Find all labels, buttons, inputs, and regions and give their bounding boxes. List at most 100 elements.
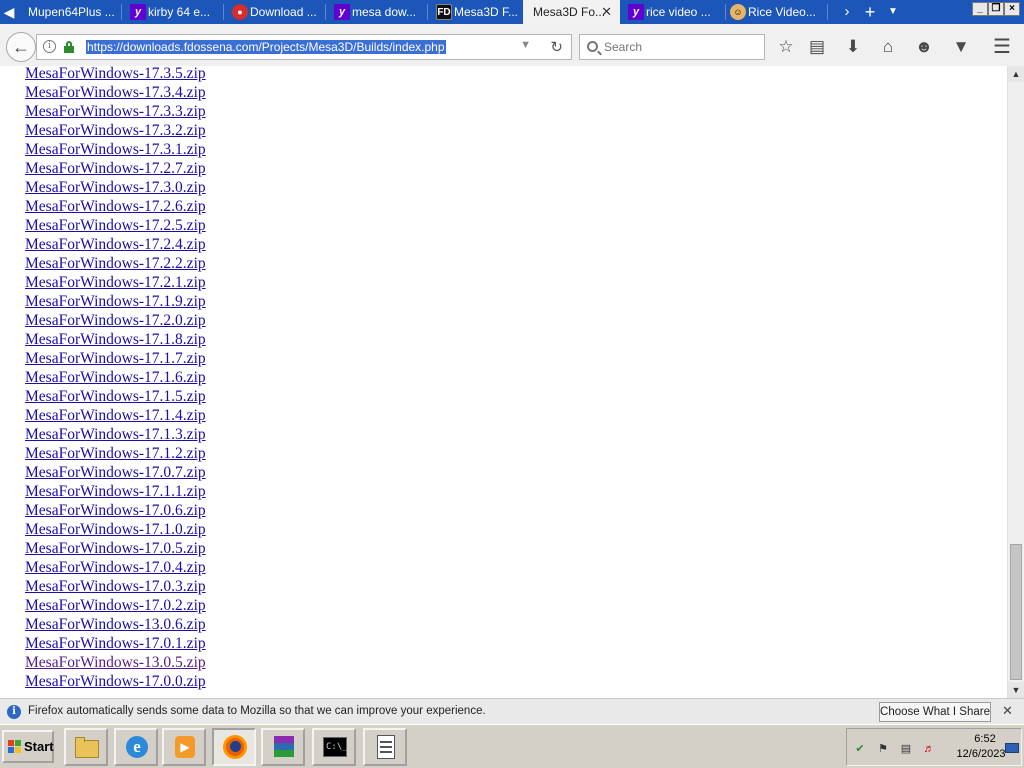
file-download-link[interactable]: MesaForWindows-17.1.9.zip bbox=[25, 293, 206, 310]
yahoo-icon: y bbox=[334, 4, 350, 20]
list-item: MesaForWindows-17.3.2.zip bbox=[25, 121, 206, 140]
hamburger-menu-icon[interactable]: ☰ bbox=[991, 36, 1013, 58]
tab-8[interactable]: ☺ Rice Video... bbox=[724, 0, 828, 24]
list-item: MesaForWindows-17.2.1.zip bbox=[25, 273, 206, 292]
file-download-link[interactable]: MesaForWindows-17.1.3.zip bbox=[25, 426, 206, 443]
list-all-tabs-icon[interactable]: ▼ bbox=[882, 0, 904, 24]
close-tab-icon[interactable]: ✕ bbox=[601, 0, 612, 24]
file-download-link[interactable]: MesaForWindows-17.3.1.zip bbox=[25, 141, 206, 158]
file-download-link[interactable]: MesaForWindows-17.1.6.zip bbox=[25, 369, 206, 386]
file-download-link[interactable]: MesaForWindows-17.2.6.zip bbox=[25, 198, 206, 215]
minimize-window-icon[interactable]: _ bbox=[972, 2, 988, 16]
file-download-link[interactable]: MesaForWindows-17.0.6.zip bbox=[25, 502, 206, 519]
list-item: MesaForWindows-17.0.7.zip bbox=[25, 463, 206, 482]
file-download-link[interactable]: MesaForWindows-17.1.2.zip bbox=[25, 445, 206, 462]
download-site-icon: ● bbox=[232, 4, 248, 20]
file-download-link[interactable]: MesaForWindows-17.2.4.zip bbox=[25, 236, 206, 253]
file-download-link[interactable]: MesaForWindows-17.3.2.zip bbox=[25, 122, 206, 139]
reload-icon[interactable]: ↻ bbox=[550, 38, 563, 56]
tab-3[interactable]: ● Download ... bbox=[226, 0, 326, 24]
file-download-link[interactable]: MesaForWindows-13.0.5.zip bbox=[25, 654, 206, 671]
file-download-link[interactable]: MesaForWindows-17.1.7.zip bbox=[25, 350, 206, 367]
file-download-link[interactable]: MesaForWindows-17.0.1.zip bbox=[25, 635, 206, 652]
file-download-link[interactable]: MesaForWindows-17.1.5.zip bbox=[25, 388, 206, 405]
media-player-taskbar-button[interactable]: ▶ bbox=[162, 728, 206, 766]
tab-4[interactable]: y mesa dow... bbox=[328, 0, 428, 24]
file-download-link[interactable]: MesaForWindows-17.3.5.zip bbox=[25, 66, 206, 82]
choose-what-i-share-button[interactable]: Choose What I Share bbox=[879, 702, 991, 722]
tab-scroll-left-icon[interactable]: ◀ bbox=[0, 0, 18, 24]
restore-window-icon[interactable]: ❐ bbox=[988, 2, 1004, 16]
scrollbar-thumb[interactable] bbox=[1010, 544, 1022, 680]
vertical-scrollbar[interactable]: ▲ ▼ bbox=[1007, 66, 1024, 698]
file-download-link[interactable]: MesaForWindows-17.2.0.zip bbox=[25, 312, 206, 329]
downloads-icon[interactable]: ⬇ bbox=[842, 36, 864, 58]
url-bar[interactable]: i https://downloads.fdossena.com/Project… bbox=[36, 34, 572, 60]
file-explorer-taskbar-button[interactable] bbox=[64, 728, 108, 766]
file-download-link[interactable]: MesaForWindows-17.1.8.zip bbox=[25, 331, 206, 348]
file-download-link[interactable]: MesaForWindows-17.2.2.zip bbox=[25, 255, 206, 272]
list-item: MesaForWindows-17.1.0.zip bbox=[25, 520, 206, 539]
file-download-link[interactable]: MesaForWindows-13.0.6.zip bbox=[25, 616, 206, 633]
file-download-link[interactable]: MesaForWindows-17.1.1.zip bbox=[25, 483, 206, 500]
file-download-link[interactable]: MesaForWindows-17.1.4.zip bbox=[25, 407, 206, 424]
close-window-icon[interactable]: × bbox=[1004, 2, 1020, 16]
show-desktop-icon[interactable] bbox=[1005, 743, 1019, 753]
file-download-link[interactable]: MesaForWindows-17.3.4.zip bbox=[25, 84, 206, 101]
text-document-taskbar-button[interactable] bbox=[363, 728, 407, 766]
volume-muted-icon[interactable]: ♬ bbox=[922, 742, 936, 756]
tab-5[interactable]: FD Mesa3D F... bbox=[430, 0, 532, 24]
file-download-link[interactable]: MesaForWindows-17.1.0.zip bbox=[25, 521, 206, 538]
file-download-link[interactable]: MesaForWindows-17.0.2.zip bbox=[25, 597, 206, 614]
file-download-link[interactable]: MesaForWindows-17.0.7.zip bbox=[25, 464, 206, 481]
file-download-link[interactable]: MesaForWindows-17.2.7.zip bbox=[25, 160, 206, 177]
tab-7[interactable]: y rice video ... bbox=[622, 0, 726, 24]
network-icon[interactable]: ▤ bbox=[899, 742, 913, 756]
url-text[interactable]: https://downloads.fdossena.com/Projects/… bbox=[86, 40, 446, 54]
scroll-down-icon[interactable]: ▼ bbox=[1008, 682, 1024, 698]
pocket-icon[interactable]: ▼ bbox=[950, 36, 972, 58]
tab-title: Mesa3D F... bbox=[454, 5, 519, 19]
tab-1[interactable]: Mupen64Plus ... bbox=[18, 0, 122, 24]
rice-video-icon: ☺ bbox=[730, 4, 746, 20]
firefox-taskbar-button[interactable] bbox=[212, 728, 256, 766]
tab-title: Rice Video... bbox=[748, 5, 816, 19]
reading-list-icon[interactable]: ▤ bbox=[806, 36, 828, 58]
clock-time[interactable]: 6:52 bbox=[965, 733, 1005, 745]
security-shield-icon[interactable]: ✔ bbox=[853, 742, 867, 756]
list-item: MesaForWindows-17.2.4.zip bbox=[25, 235, 206, 254]
file-download-link[interactable]: MesaForWindows-17.3.3.zip bbox=[25, 103, 206, 120]
scroll-up-icon[interactable]: ▲ bbox=[1008, 66, 1024, 82]
new-tab-icon[interactable]: + bbox=[859, 0, 881, 24]
tab-title: Download ... bbox=[250, 5, 317, 19]
file-download-link[interactable]: MesaForWindows-17.2.1.zip bbox=[25, 274, 206, 291]
tab-6[interactable]: Mesa3D Fo... ✕ bbox=[523, 0, 620, 24]
file-download-link[interactable]: MesaForWindows-17.0.3.zip bbox=[25, 578, 206, 595]
winrar-taskbar-button[interactable] bbox=[261, 728, 305, 766]
close-notification-icon[interactable]: ✕ bbox=[1002, 703, 1013, 719]
tab-2[interactable]: y kirby 64 e... bbox=[124, 0, 224, 24]
search-input[interactable] bbox=[604, 38, 759, 56]
url-history-dropdown-icon[interactable]: ▼ bbox=[520, 39, 531, 51]
file-download-link[interactable]: MesaForWindows-17.0.0.zip bbox=[25, 673, 206, 690]
clock-date[interactable]: 12/6/2023 bbox=[951, 748, 1011, 760]
chat-icon[interactable]: ☻ bbox=[913, 36, 935, 58]
home-icon[interactable]: ⌂ bbox=[877, 36, 899, 58]
start-button[interactable]: Start bbox=[2, 730, 54, 763]
tab-scroll-right-icon[interactable]: › bbox=[836, 0, 858, 24]
tab-title: kirby 64 e... bbox=[148, 5, 211, 19]
bookmark-star-icon[interactable]: ☆ bbox=[775, 36, 797, 58]
file-download-link[interactable]: MesaForWindows-17.2.5.zip bbox=[25, 217, 206, 234]
search-bar[interactable] bbox=[579, 34, 765, 60]
file-download-link[interactable]: MesaForWindows-17.0.4.zip bbox=[25, 559, 206, 576]
lock-icon[interactable] bbox=[64, 41, 74, 53]
internet-explorer-taskbar-button[interactable]: e bbox=[114, 728, 158, 766]
list-item: MesaForWindows-17.1.5.zip bbox=[25, 387, 206, 406]
site-info-icon[interactable]: i bbox=[43, 40, 56, 53]
tab-separator bbox=[427, 4, 428, 20]
action-center-flag-icon[interactable]: ⚑ bbox=[876, 742, 890, 756]
back-button[interactable]: ← bbox=[6, 32, 36, 62]
command-prompt-taskbar-button[interactable]: C:\_ bbox=[312, 728, 356, 766]
file-download-link[interactable]: MesaForWindows-17.3.0.zip bbox=[25, 179, 206, 196]
file-download-link[interactable]: MesaForWindows-17.0.5.zip bbox=[25, 540, 206, 557]
